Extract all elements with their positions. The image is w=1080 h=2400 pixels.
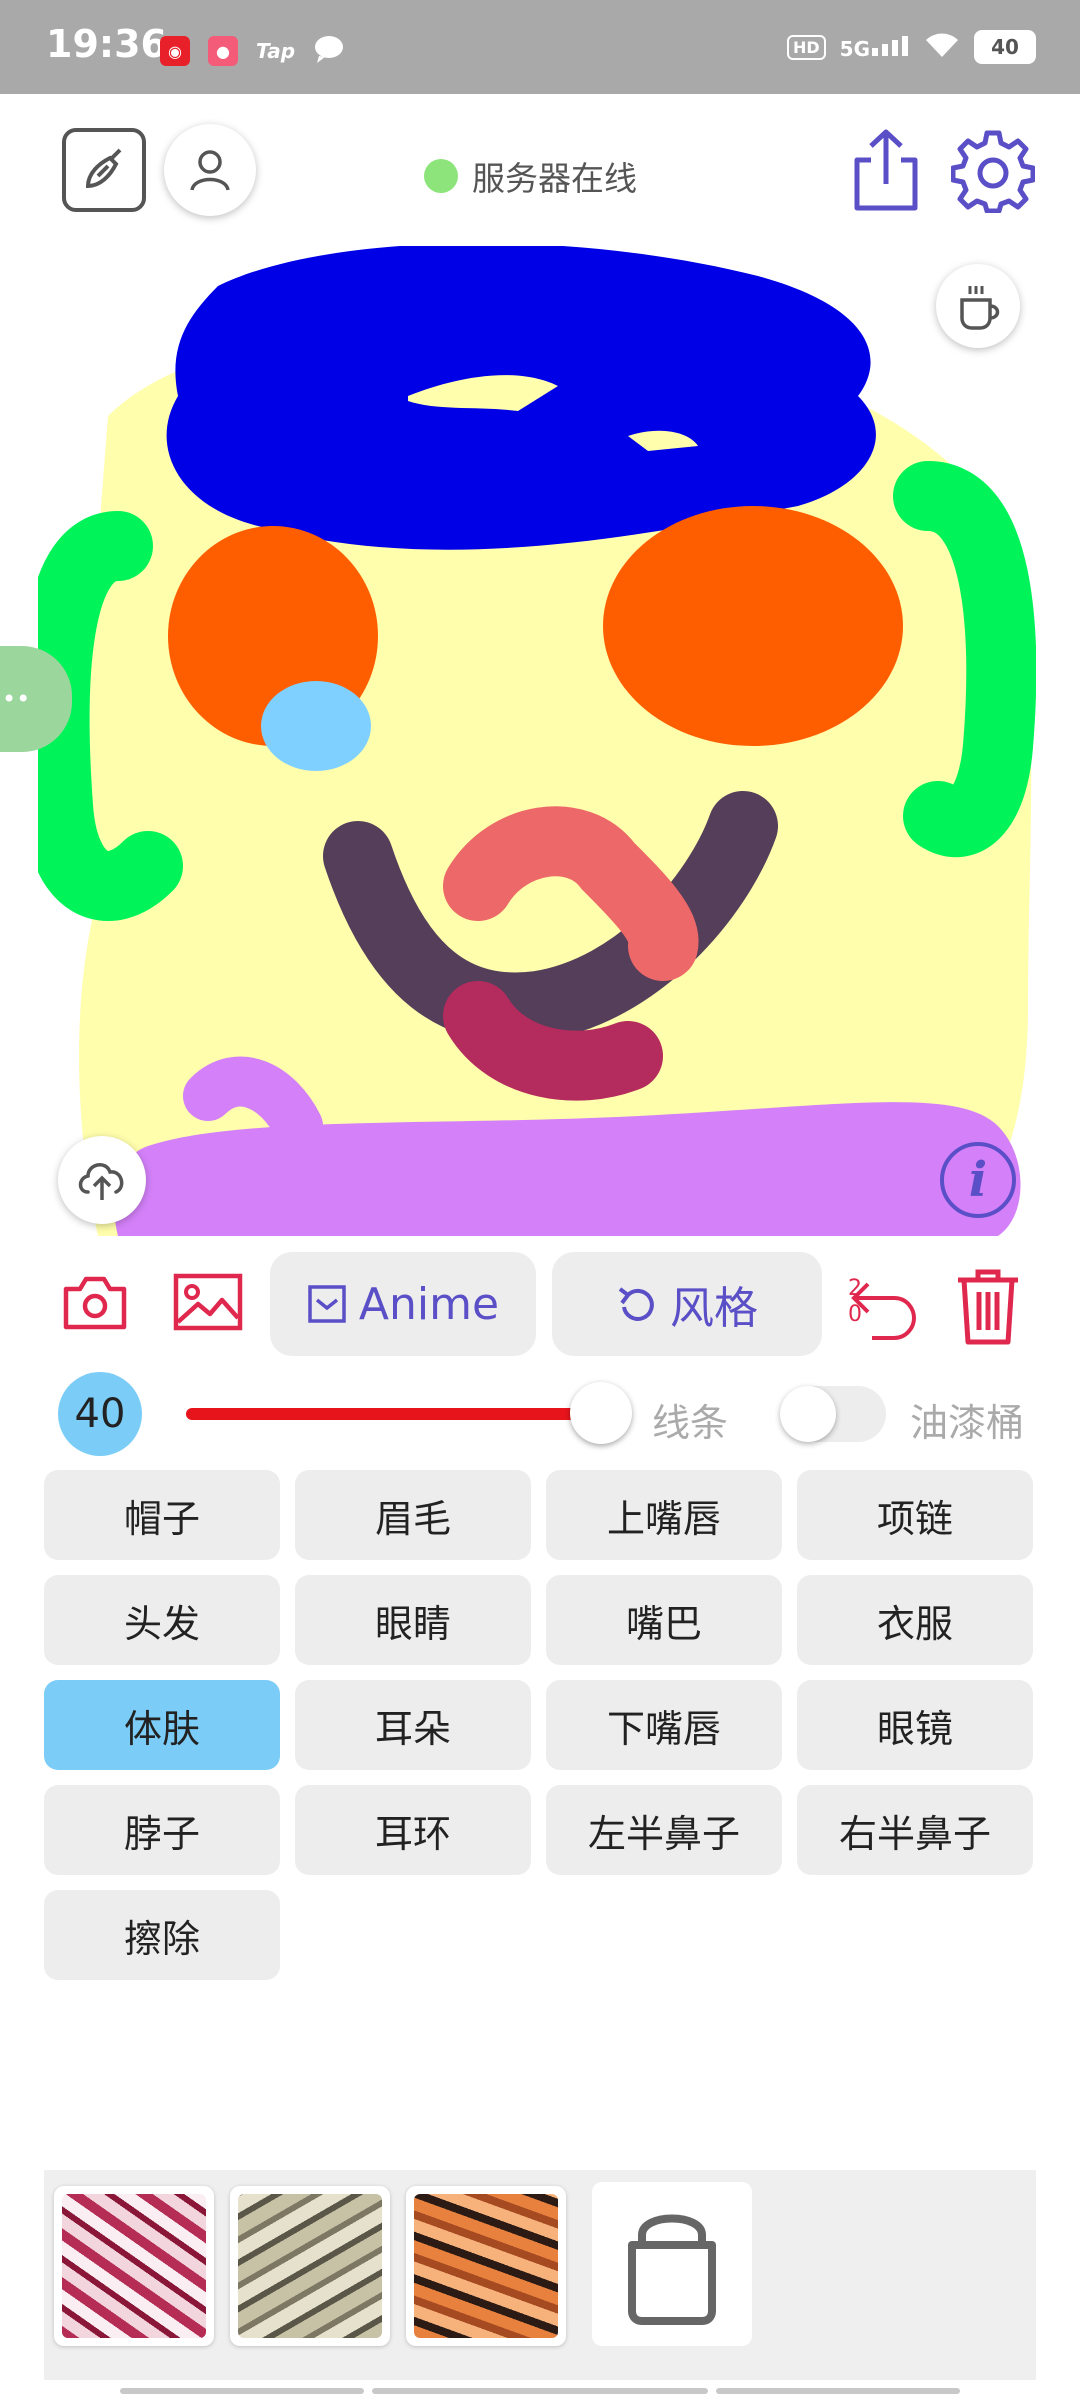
cloud-upload-icon <box>78 1163 124 1200</box>
undo-count-top: 2 <box>848 1276 862 1301</box>
drawing-canvas[interactable] <box>38 246 1036 1236</box>
battery-icon: 40 <box>974 30 1036 64</box>
paint-bucket-label: 油漆桶 <box>910 1401 1025 1445</box>
hd-voice-icon: HD <box>786 34 826 60</box>
info-icon: i <box>968 1152 988 1208</box>
part-button[interactable]: 嘴巴 <box>546 1575 782 1665</box>
gallery-button[interactable] <box>170 1270 246 1334</box>
part-button[interactable]: 项链 <box>797 1470 1033 1560</box>
style-preview-image <box>238 2194 382 2338</box>
toggle-knob <box>780 1386 836 1442</box>
network-type: 5G <box>839 36 870 61</box>
shopping-bag-icon <box>628 2214 716 2325</box>
nav-indicator <box>716 2388 960 2394</box>
gear-icon <box>951 130 1035 213</box>
part-button[interactable]: 上嘴唇 <box>546 1470 782 1560</box>
online-indicator <box>424 159 458 193</box>
part-button[interactable]: 衣服 <box>797 1575 1033 1665</box>
cellular-signal-icon: 5G <box>840 34 910 61</box>
part-button[interactable]: 左半鼻子 <box>546 1785 782 1875</box>
style-shop-button[interactable] <box>592 2182 752 2346</box>
part-button[interactable]: 体肤 <box>44 1680 280 1770</box>
notification-icons: ◉ ● Tap <box>160 34 345 68</box>
anime-generate-button[interactable]: Anime <box>270 1252 536 1356</box>
part-button[interactable]: 眼睛 <box>295 1575 531 1665</box>
undo-count: 2 0 <box>848 1276 862 1328</box>
nav-indicator <box>120 2388 364 2394</box>
undo-count-bottom: 0 <box>848 1302 862 1327</box>
top-toolbar: 服务器在线 <box>0 94 1080 244</box>
netease-music-icon: ◉ <box>160 36 190 66</box>
server-status: 服务器在线 <box>424 152 637 200</box>
part-button[interactable]: 耳朵 <box>295 1680 531 1770</box>
brush-size-slider-thumb[interactable] <box>570 1382 632 1444</box>
wifi-icon <box>924 31 960 63</box>
clock: 19:36 <box>46 22 167 66</box>
anime-label: Anime <box>358 1278 500 1330</box>
part-button[interactable]: 右半鼻子 <box>797 1785 1033 1875</box>
upload-button[interactable] <box>58 1136 146 1224</box>
part-selector-grid: 帽子 眉毛 上嘴唇 项链头发 眼睛 嘴巴 衣服体肤 耳朵 下嘴唇 眼镜脖子 耳环 左半鼻子 右半鼻子擦除 <box>44 1470 1036 1980</box>
message-icon <box>313 34 345 68</box>
camera-icon <box>63 1276 127 1330</box>
part-button[interactable]: 眉毛 <box>295 1470 531 1560</box>
info-button[interactable]: i <box>940 1142 1016 1218</box>
part-button[interactable]: 眼镜 <box>797 1680 1033 1770</box>
clear-canvas-button[interactable] <box>952 1264 1024 1348</box>
refresh-icon <box>618 1287 654 1321</box>
system-status-icons: HD 5G 40 <box>786 30 1036 64</box>
camera-button[interactable] <box>60 1270 130 1334</box>
line-mode-label: 线条 <box>652 1401 729 1445</box>
part-button[interactable]: 帽子 <box>44 1470 280 1560</box>
part-button[interactable]: 头发 <box>44 1575 280 1665</box>
settings-button[interactable] <box>950 128 1036 214</box>
style-thumb-red[interactable] <box>54 2186 214 2346</box>
share-button[interactable] <box>846 124 926 214</box>
user-profile-button[interactable] <box>164 124 256 216</box>
status-bar: 19:36 ◉ ● Tap HD 5G 40 <box>0 0 1080 94</box>
image-icon <box>173 1273 243 1331</box>
taptap-icon: Tap <box>256 39 296 63</box>
pen-edit-icon <box>85 148 122 189</box>
part-button[interactable]: 擦除 <box>44 1890 280 1980</box>
style-tray <box>44 2170 1036 2380</box>
server-status-text: 服务器在线 <box>472 159 637 198</box>
app-notification-icon: ● <box>208 36 238 66</box>
checkbox-icon <box>308 1285 346 1323</box>
trash-icon <box>958 1269 1018 1345</box>
paint-bucket-toggle[interactable] <box>780 1386 886 1442</box>
sketch-mode-button[interactable] <box>62 128 146 212</box>
coffee-cup-icon <box>960 286 1000 330</box>
part-button[interactable]: 耳环 <box>295 1785 531 1875</box>
donate-coffee-button[interactable] <box>936 264 1020 348</box>
brush-size-slider[interactable] <box>186 1408 606 1420</box>
style-thumb-gray[interactable] <box>230 2186 390 2346</box>
brush-size-badge: 40 <box>58 1372 142 1456</box>
style-label: 风格 <box>670 1283 758 1334</box>
action-row: Anime 风格 2 0 <box>0 1248 1080 1358</box>
battery-level: 40 <box>991 35 1019 59</box>
style-button[interactable]: 风格 <box>552 1252 822 1356</box>
share-icon <box>854 129 918 211</box>
style-preview-image <box>414 2194 558 2338</box>
nav-indicator <box>372 2388 708 2394</box>
part-button[interactable]: 脖子 <box>44 1785 280 1875</box>
face-drawing <box>38 246 1036 1236</box>
part-button[interactable]: 下嘴唇 <box>546 1680 782 1770</box>
style-thumb-orange[interactable] <box>406 2186 566 2346</box>
style-preview-image <box>62 2194 206 2338</box>
user-icon <box>190 150 230 191</box>
more-dots-icon: •• <box>2 685 31 713</box>
undo-button[interactable]: 2 0 <box>842 1270 922 1350</box>
